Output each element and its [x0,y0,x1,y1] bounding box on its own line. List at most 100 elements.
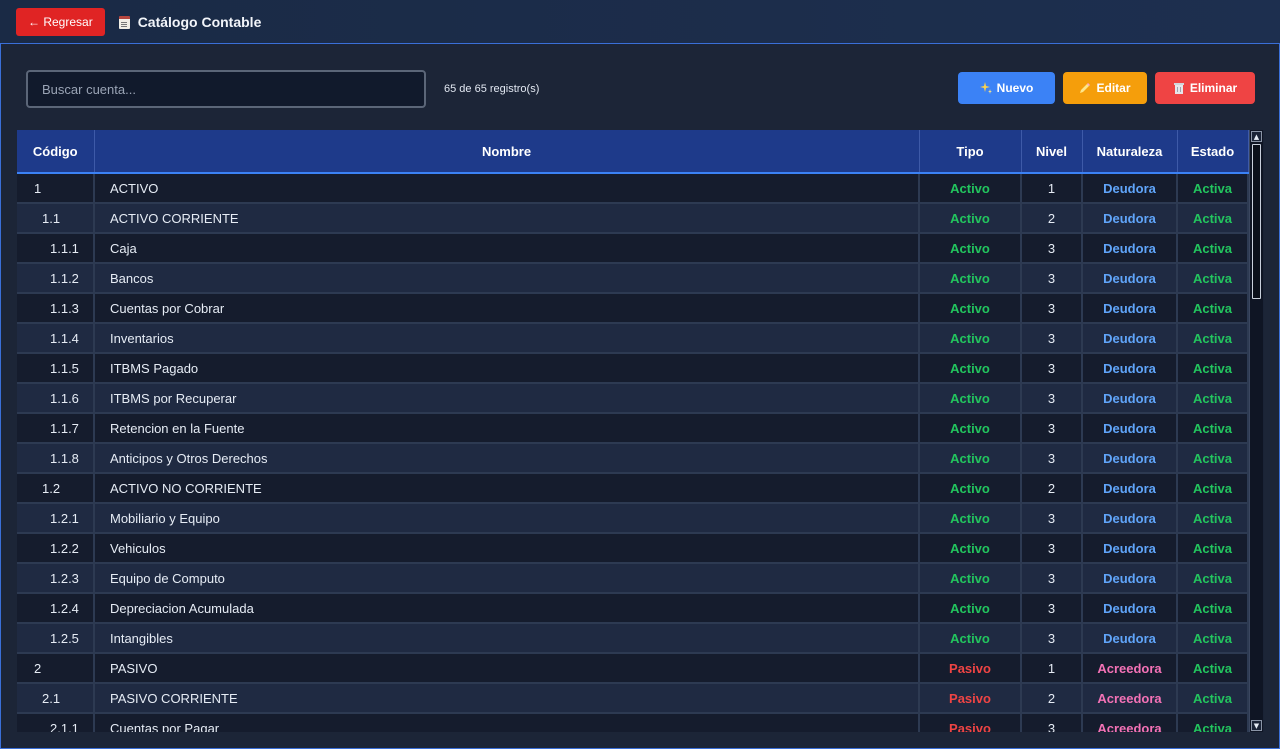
cell-name: Anticipos y Otros Derechos [94,443,920,474]
new-button[interactable]: Nuevo [958,72,1055,104]
table-row[interactable]: 1.2.3 Equipo de Computo Activo 3 Deudora Acti… [17,563,1249,594]
scroll-down-icon[interactable]: ▼ [1251,720,1262,731]
cell-nature: Deudora [1082,353,1178,384]
cell-nature: Deudora [1082,383,1178,414]
cell-level: 3 [1021,563,1083,594]
pencil-icon [1080,83,1091,93]
cell-code: 1.2.4 [17,593,95,624]
cell-type: Activo [919,413,1022,444]
cell-type: Pasivo [919,683,1022,714]
table-row[interactable]: 1.2 ACTIVO NO CORRIENTE Activo 2 Deudora Acti… [17,473,1249,504]
cell-status: Activa [1177,443,1249,474]
cell-code: 1 [17,173,95,204]
cell-nature: Deudora [1082,563,1178,594]
column-header-name[interactable]: Nombre [94,130,920,174]
column-header-code[interactable]: Código [17,130,95,174]
cell-name: Bancos [94,263,920,294]
accounts-table: Código Nombre Tipo Nivel Naturaleza Esta… [17,130,1249,732]
cell-name: PASIVO CORRIENTE [94,683,920,714]
cell-nature: Deudora [1082,293,1178,324]
table-scrollbar[interactable]: ▲ ▼ [1249,130,1263,732]
table-header-row: Código Nombre Tipo Nivel Naturaleza Esta… [17,130,1249,174]
cell-nature: Deudora [1082,233,1178,264]
table-row[interactable]: 1.1.5 ITBMS Pagado Activo 3 Deudora Activa [17,353,1249,384]
cell-nature: Deudora [1082,413,1178,444]
cell-level: 3 [1021,623,1083,654]
table-row[interactable]: 1.2.4 Depreciacion Acumulada Activo 3 Deudor… [17,593,1249,624]
cell-status: Activa [1177,263,1249,294]
table-row[interactable]: 1.1.3 Cuentas por Cobrar Activo 3 Deudora Act… [17,293,1249,324]
trash-icon [1173,83,1184,94]
cell-level: 3 [1021,263,1083,294]
cell-type: Activo [919,443,1022,474]
cell-level: 3 [1021,593,1083,624]
cell-level: 1 [1021,173,1083,204]
cell-code: 1.2 [17,473,95,504]
table-row[interactable]: 1.1 ACTIVO CORRIENTE Activo 2 Deudora Activa [17,203,1249,234]
table-row[interactable]: 2 PASIVO Pasivo 1 Acreedora Activa [17,653,1249,684]
record-count: 65 de 65 registro(s) [444,83,540,95]
table-row[interactable]: 1.2.2 Vehiculos Activo 3 Deudora Activa [17,533,1249,564]
table-row[interactable]: 2.1.1 Cuentas por Pagar Pasivo 3 Acreedora Ac… [17,713,1249,732]
table-row[interactable]: 1.1.6 ITBMS por Recuperar Activo 3 Deudora Ac… [17,383,1249,414]
cell-name: ITBMS Pagado [94,353,920,384]
cell-level: 3 [1021,413,1083,444]
cell-level: 3 [1021,233,1083,264]
title-group: Catálogo Contable [118,14,261,30]
table-row[interactable]: 1 ACTIVO Activo 1 Deudora Activa [17,173,1249,204]
column-header-type[interactable]: Tipo [919,130,1022,174]
cell-type: Activo [919,173,1022,204]
scroll-up-icon[interactable]: ▲ [1251,131,1262,142]
table-row[interactable]: 2.1 PASIVO CORRIENTE Pasivo 2 Acreedora Activ… [17,683,1249,714]
cell-type: Activo [919,473,1022,504]
ledger-icon [118,15,130,29]
cell-type: Activo [919,353,1022,384]
cell-name: Depreciacion Acumulada [94,593,920,624]
cell-code: 1.2.1 [17,503,95,534]
column-header-nature[interactable]: Naturaleza [1082,130,1178,174]
cell-status: Activa [1177,653,1249,684]
cell-level: 2 [1021,683,1083,714]
edit-button-label: Editar [1096,81,1131,95]
table-row[interactable]: 1.1.4 Inventarios Activo 3 Deudora Activa [17,323,1249,354]
cell-level: 2 [1021,203,1083,234]
table-row[interactable]: 1.2.1 Mobiliario y Equipo Activo 3 Deudora Ac… [17,503,1249,534]
back-button[interactable]: ← Regresar [16,8,105,36]
cell-type: Activo [919,263,1022,294]
cell-nature: Deudora [1082,263,1178,294]
accounts-table-container[interactable]: Código Nombre Tipo Nivel Naturaleza Esta… [17,130,1264,732]
delete-button[interactable]: Eliminar [1155,72,1255,104]
cell-code: 1.1.8 [17,443,95,474]
edit-button[interactable]: Editar [1063,72,1147,104]
table-row[interactable]: 1.1.1 Caja Activo 3 Deudora Activa [17,233,1249,264]
cell-type: Activo [919,383,1022,414]
table-row[interactable]: 1.1.2 Bancos Activo 3 Deudora Activa [17,263,1249,294]
cell-status: Activa [1177,293,1249,324]
cell-nature: Acreedora [1082,713,1178,732]
cell-nature: Deudora [1082,533,1178,564]
cell-name: ACTIVO CORRIENTE [94,203,920,234]
table-row[interactable]: 1.1.8 Anticipos y Otros Derechos Activo 3 De… [17,443,1249,474]
cell-type: Activo [919,323,1022,354]
catalog-panel: 65 de 65 registro(s) Nuevo Editar Elimi [0,43,1280,749]
cell-code: 1.1.6 [17,383,95,414]
column-header-status[interactable]: Estado [1177,130,1249,174]
cell-level: 3 [1021,293,1083,324]
cell-type: Activo [919,203,1022,234]
search-input[interactable] [26,70,426,108]
cell-name: Mobiliario y Equipo [94,503,920,534]
column-header-level[interactable]: Nivel [1021,130,1083,174]
cell-level: 3 [1021,533,1083,564]
cell-name: Inventarios [94,323,920,354]
cell-level: 3 [1021,353,1083,384]
cell-status: Activa [1177,233,1249,264]
cell-status: Activa [1177,383,1249,414]
cell-name: Retencion en la Fuente [94,413,920,444]
scrollbar-thumb[interactable] [1252,144,1261,299]
table-row[interactable]: 1.2.5 Intangibles Activo 3 Deudora Activa [17,623,1249,654]
cell-code: 1.1.4 [17,323,95,354]
cell-code: 1.1.1 [17,233,95,264]
sparkles-icon [979,82,992,94]
cell-nature: Deudora [1082,503,1178,534]
table-row[interactable]: 1.1.7 Retencion en la Fuente Activo 3 Deudor… [17,413,1249,444]
